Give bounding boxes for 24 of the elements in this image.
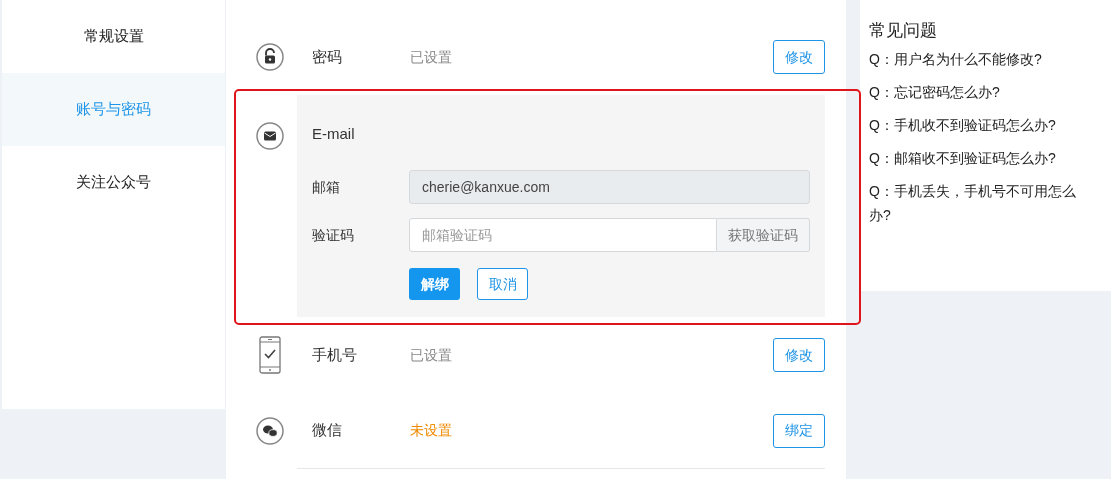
field-label: 邮箱: [312, 177, 341, 197]
faq-question[interactable]: Q：手机收不到验证码怎么办?: [869, 113, 1091, 137]
faq-question[interactable]: Q：忘记密码怎么办?: [869, 80, 1091, 104]
faq-question[interactable]: Q：用户名为什么不能修改?: [869, 47, 1091, 71]
item-label: 微信: [312, 420, 343, 441]
phone-check-icon: [259, 336, 281, 374]
item-label: 密码: [312, 46, 343, 67]
faq-question[interactable]: Q：手机丢失，手机号不可用怎么办?: [869, 179, 1091, 227]
sidebar-item[interactable]: 关注公众号: [2, 146, 225, 219]
email-field[interactable]: cherie@kanxue.com: [409, 170, 810, 204]
status-text: 未设置: [410, 421, 453, 440]
get-code-button[interactable]: 获取验证码: [717, 218, 810, 252]
status-text: 已设置: [410, 345, 453, 365]
faq-question[interactable]: Q：邮箱收不到验证码怎么办?: [869, 146, 1091, 170]
section-title: E-mail: [312, 124, 356, 144]
faq-title: 常见问题: [869, 20, 938, 42]
lock-icon: [256, 43, 284, 71]
envelope-icon: [256, 122, 284, 150]
field-label: 验证码: [312, 225, 355, 245]
status-text: 已设置: [410, 47, 453, 67]
code-input-field[interactable]: 邮箱验证码: [409, 218, 717, 252]
item-label: 手机号: [312, 344, 358, 365]
chat-bubbles-icon: [256, 417, 284, 445]
sidebar-item[interactable]: 常规设置: [2, 0, 225, 73]
